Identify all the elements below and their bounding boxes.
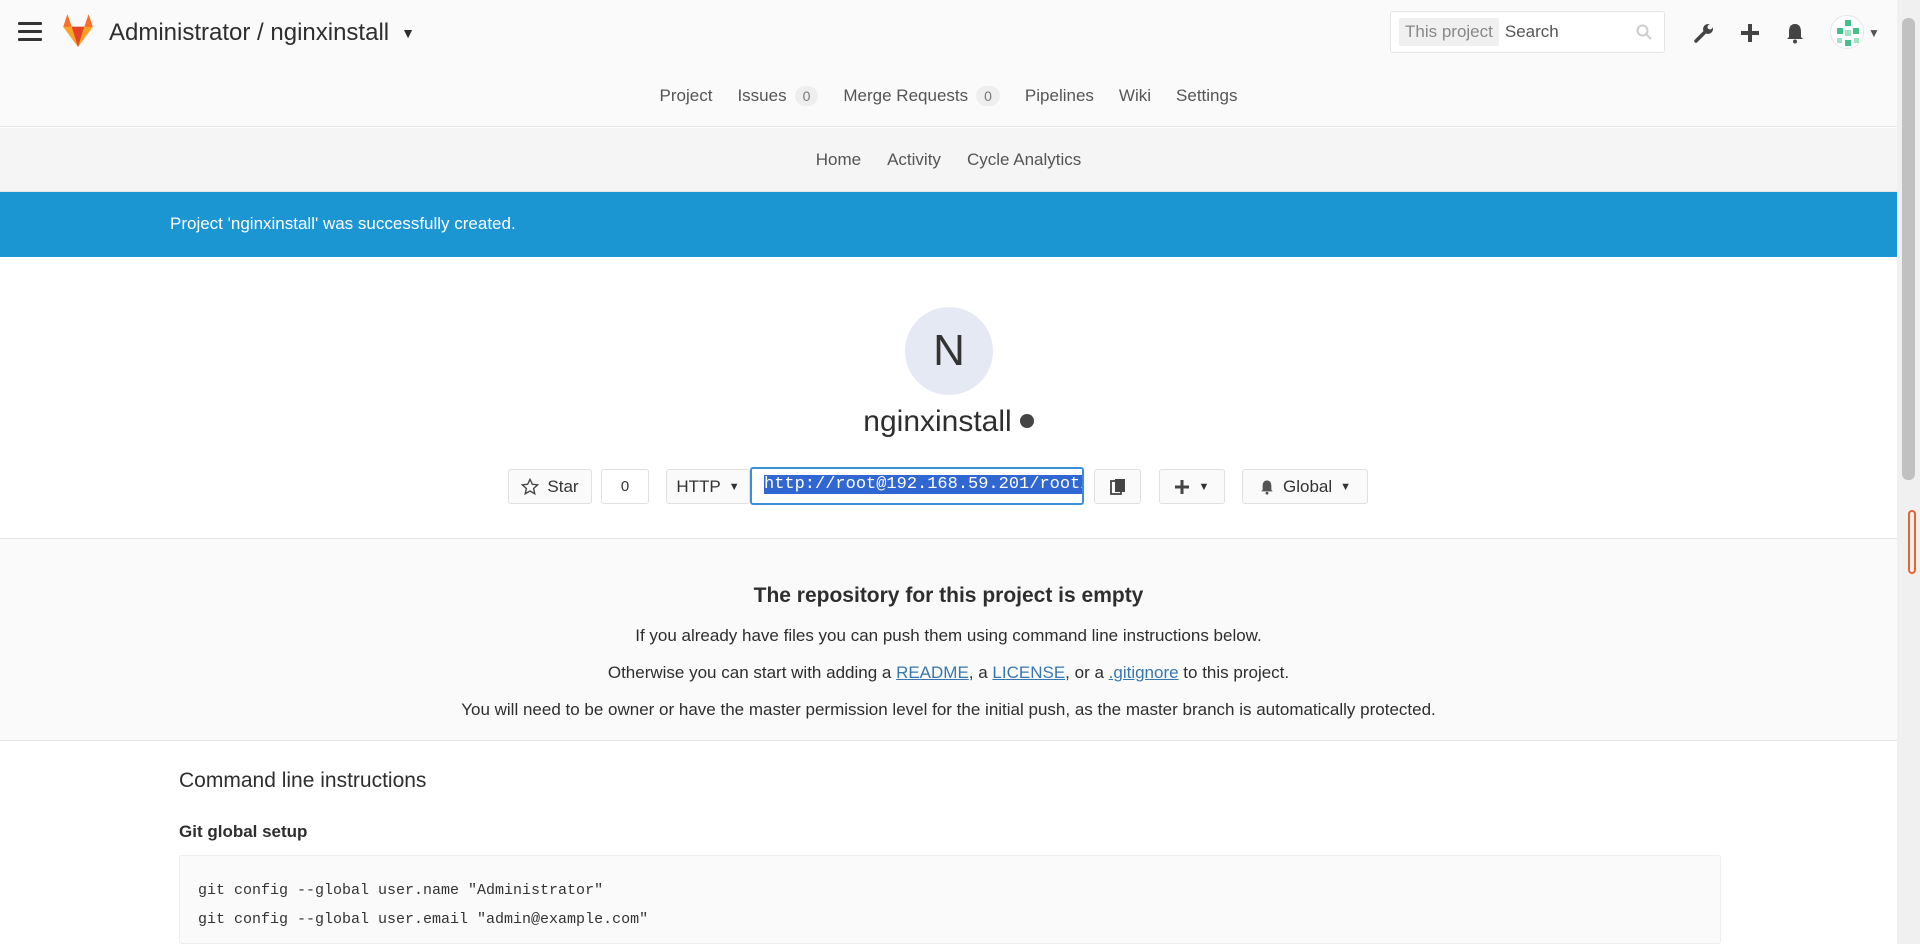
text: to this project.: [1178, 663, 1290, 682]
project-name: nginxinstall: [863, 405, 1012, 438]
wrench-icon[interactable]: [1691, 20, 1717, 46]
scrollbar-thumb[interactable]: [1902, 18, 1915, 480]
avatar[interactable]: [1830, 15, 1864, 49]
sub-nav: Home Activity Cycle Analytics: [0, 128, 1897, 192]
empty-repo-panel: The repository for this project is empty…: [0, 538, 1897, 741]
subtab-activity[interactable]: Activity: [887, 150, 941, 170]
protocol-dropdown[interactable]: HTTP ▼: [666, 469, 750, 504]
cli-title: Command line instructions: [179, 769, 427, 792]
empty-repo-title: The repository for this project is empty: [753, 584, 1144, 607]
hamburger-menu-icon[interactable]: [18, 22, 42, 42]
tab-settings[interactable]: Settings: [1176, 86, 1237, 106]
tab-wiki[interactable]: Wiki: [1119, 86, 1151, 106]
flash-message: Project 'nginxinstall' was successfully …: [170, 214, 516, 233]
chevron-down-icon: ▼: [1198, 480, 1210, 493]
text: , a: [968, 663, 993, 682]
subtab-home[interactable]: Home: [816, 150, 861, 170]
top-bar: Administrator / nginxinstall ▼ This proj…: [0, 0, 1897, 66]
protocol-label: HTTP: [676, 476, 721, 496]
tab-label: Wiki: [1118, 86, 1152, 105]
star-icon: [521, 477, 540, 495]
empty-repo-line3: You will need to be owner or have the ma…: [461, 700, 1436, 719]
search-input[interactable]: Search: [1505, 22, 1636, 42]
tab-issues[interactable]: Issues 0: [737, 86, 819, 106]
chevron-down-icon[interactable]: ▼: [401, 25, 415, 41]
scrollbar[interactable]: [1897, 0, 1920, 944]
git-global-setup-heading: Git global setup: [179, 822, 308, 841]
clipboard-icon: [1109, 478, 1125, 495]
flash-notice: Project 'nginxinstall' was successfully …: [0, 192, 1897, 257]
text: Otherwise you can start with adding a: [607, 663, 897, 682]
notification-dropdown[interactable]: Global ▼: [1242, 469, 1368, 504]
project-nav: Project Issues 0 Merge Requests 0 Pipeline…: [0, 66, 1897, 127]
globe-icon: [1019, 414, 1034, 429]
search-icon: [1636, 24, 1652, 40]
chevron-down-icon: ▼: [1340, 480, 1352, 493]
tab-pipelines[interactable]: Pipelines: [1025, 86, 1094, 106]
search-box[interactable]: This project Search: [1390, 11, 1665, 53]
breadcrumb[interactable]: Administrator / nginxinstall ▼: [109, 19, 415, 47]
tab-merge-requests[interactable]: Merge Requests 0: [843, 86, 1000, 106]
plus-icon: [1174, 479, 1189, 494]
code-line: git config --global user.email "admin@ex…: [198, 911, 649, 928]
tab-label: Issues: [737, 86, 787, 105]
code-line: git config --global user.name "Administr…: [198, 882, 604, 899]
scroll-marker: [1908, 510, 1916, 574]
gitlab-logo[interactable]: [58, 12, 98, 50]
count-badge: 0: [976, 86, 1000, 106]
bell-icon: [1261, 479, 1273, 495]
copy-url-button[interactable]: [1094, 469, 1141, 504]
breadcrumb-text[interactable]: Administrator / nginxinstall: [109, 19, 389, 47]
tab-label: Pipelines: [1024, 86, 1094, 105]
clone-url-text: http://root@192.168.59.201/root/: [764, 475, 1082, 494]
bell-icon[interactable]: [1782, 20, 1808, 46]
star-count[interactable]: 0: [601, 469, 649, 504]
text: , or a: [1065, 663, 1109, 682]
notification-label: Global: [1282, 476, 1333, 496]
tab-label: Settings: [1176, 86, 1238, 105]
tab-label: Merge Requests: [843, 86, 969, 105]
count-badge: 0: [794, 86, 819, 106]
tab-project[interactable]: Project: [660, 86, 713, 106]
clone-url-input[interactable]: http://root@192.168.59.201/root/: [750, 467, 1084, 505]
empty-repo-line2: Otherwise you can start with adding a RE…: [0, 663, 1897, 683]
code-block[interactable]: git config --global user.name "Administr…: [179, 855, 1721, 944]
chevron-down-icon: ▼: [728, 480, 740, 493]
plus-icon[interactable]: [1737, 20, 1763, 46]
license-link[interactable]: LICENSE: [992, 663, 1065, 682]
chevron-down-icon[interactable]: ▼: [1868, 26, 1880, 40]
star-label: Star: [547, 476, 579, 496]
add-dropdown-button[interactable]: ▼: [1159, 469, 1225, 504]
search-scope[interactable]: This project: [1399, 18, 1499, 46]
readme-link[interactable]: README: [896, 663, 969, 682]
subtab-cycle-analytics[interactable]: Cycle Analytics: [967, 150, 1081, 170]
project-title: nginxinstall: [0, 405, 1897, 439]
star-button[interactable]: Star: [508, 469, 592, 504]
project-avatar: N: [905, 307, 993, 395]
empty-repo-line1: If you already have files you can push t…: [635, 626, 1262, 645]
gitignore-link[interactable]: .gitignore: [1109, 663, 1179, 682]
tab-label: Project: [659, 86, 713, 105]
